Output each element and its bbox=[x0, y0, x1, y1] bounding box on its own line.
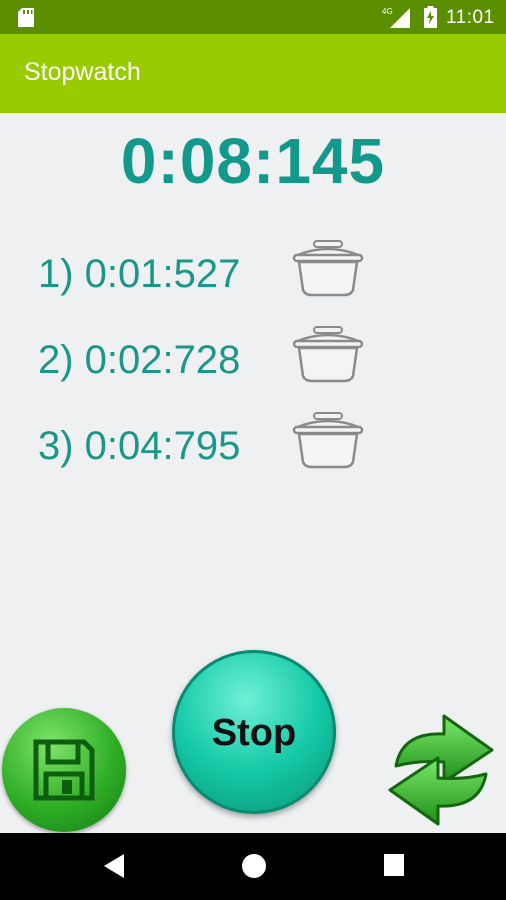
recents-icon[interactable] bbox=[383, 853, 405, 877]
navigation-bar bbox=[0, 833, 506, 900]
app-bar: Stopwatch bbox=[0, 34, 506, 113]
trash-icon[interactable] bbox=[292, 240, 364, 298]
lap-time: 1) 0:01:527 bbox=[38, 252, 241, 296]
trash-icon[interactable] bbox=[292, 412, 364, 470]
home-icon[interactable] bbox=[241, 853, 267, 879]
stop-button[interactable]: Stop bbox=[172, 650, 336, 814]
floppy-disk-icon bbox=[33, 739, 95, 801]
lap-time: 3) 0:04:795 bbox=[38, 424, 241, 468]
lap-item: 2) 0:02:728 bbox=[38, 326, 378, 396]
network-label: 4G bbox=[382, 7, 393, 16]
save-button[interactable] bbox=[2, 708, 126, 832]
app-title: Stopwatch bbox=[24, 58, 141, 86]
status-bar: 4G 11:01 bbox=[0, 0, 506, 34]
status-clock: 11:01 bbox=[446, 7, 495, 28]
trash-icon[interactable] bbox=[292, 326, 364, 384]
lap-item: 1) 0:01:527 bbox=[38, 240, 378, 310]
back-icon[interactable] bbox=[102, 853, 126, 879]
signal-icon: 4G bbox=[382, 7, 410, 28]
battery-icon bbox=[424, 6, 437, 28]
sd-card-icon bbox=[18, 8, 34, 27]
elapsed-time-display: 0:08:145 bbox=[120, 125, 386, 197]
lap-item: 3) 0:04:795 bbox=[38, 412, 378, 482]
lap-time: 2) 0:02:728 bbox=[38, 338, 241, 382]
stop-button-label: Stop bbox=[211, 712, 297, 754]
refresh-arrows-icon[interactable] bbox=[378, 704, 504, 834]
